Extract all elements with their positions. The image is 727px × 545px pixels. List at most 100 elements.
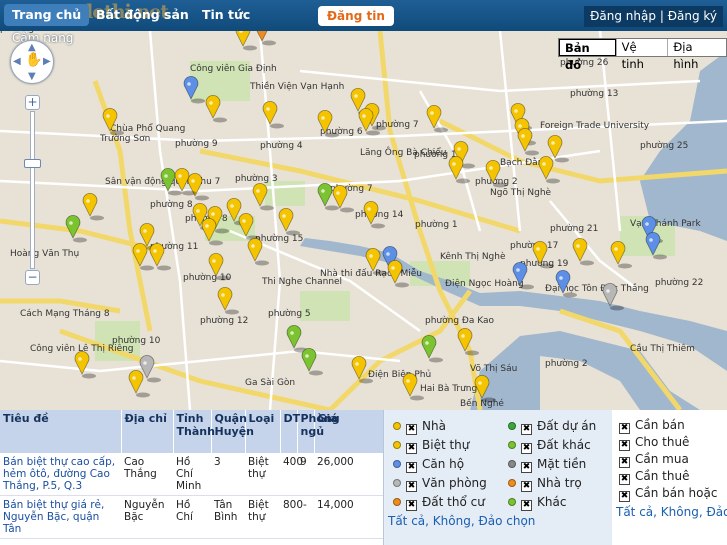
map-pin-icon[interactable] [317, 182, 333, 207]
map-pin-icon[interactable] [547, 134, 563, 159]
pin-shadow [73, 237, 87, 243]
pin-highlight [478, 381, 482, 385]
map-pin-icon[interactable] [255, 31, 269, 42]
filter-status-item[interactable]: ✖ Cần bán [619, 417, 685, 434]
map-pin-icon[interactable] [252, 182, 268, 207]
filter-status-item[interactable]: ✖ Cần thuê [619, 468, 689, 485]
map-pin-icon[interactable] [363, 200, 379, 225]
map-pin-icon[interactable] [448, 155, 464, 180]
col-area[interactable]: DT [280, 410, 300, 453]
map-type-map[interactable]: Bản đồ [559, 39, 616, 72]
zoom-in-button[interactable]: + [25, 95, 40, 110]
map-pin-icon[interactable] [610, 240, 626, 265]
pin-highlight [461, 334, 465, 338]
map-pin-icon[interactable] [82, 192, 98, 217]
map-pin-icon[interactable] [350, 87, 366, 112]
pan-control[interactable]: ▲ ▼ ◀ ▶ ✋ [10, 40, 54, 84]
table-row[interactable]: Bán biệt thự giá rẻ, Nguyễn Bặc, quận Tâ… [0, 495, 383, 539]
filter-checkbox[interactable]: ✖ [521, 500, 532, 511]
filter-type-item[interactable]: ✖ Mặt tiền [508, 456, 586, 473]
filter-type-item[interactable]: ✖ Nhà [393, 418, 446, 435]
map-pin-icon[interactable] [128, 369, 144, 394]
map-pin-icon[interactable] [402, 372, 418, 397]
filter-type-item[interactable]: ✖ Biệt thự [393, 437, 469, 454]
pin-highlight [576, 244, 580, 248]
pan-down-icon[interactable]: ▼ [28, 72, 36, 82]
map-pin-icon[interactable] [301, 347, 317, 372]
map-pin-icon[interactable] [572, 237, 588, 262]
map-pin-icon[interactable] [149, 242, 165, 267]
map-canvas[interactable]: Công viên Gia ĐịnhThiền Viện Vạn HạnhChù… [0, 31, 727, 410]
map-pin-icon[interactable] [235, 31, 251, 47]
map-pin-icon[interactable] [517, 127, 533, 152]
map-pin-icon[interactable] [365, 247, 381, 272]
filter-type-item[interactable]: ✖ Khác [508, 494, 566, 511]
map-pin-icon[interactable] [332, 184, 348, 209]
map-pin-icon[interactable] [65, 214, 81, 239]
map-pin-icon[interactable] [217, 286, 233, 311]
pin-highlight [521, 134, 525, 138]
map-pin-icon[interactable] [387, 259, 403, 284]
pin-shadow [309, 370, 323, 376]
nav-real-estate[interactable]: Bất động sản [88, 4, 197, 26]
filter-checkbox[interactable]: ✖ [406, 500, 417, 511]
pin-highlight [164, 174, 168, 178]
map-pin-icon[interactable] [278, 207, 294, 232]
filter-type-item[interactable]: ✖ Văn phòng [393, 475, 487, 492]
map-pin-icon[interactable] [538, 155, 554, 180]
filter-status-item[interactable]: ✖ Cần bán hoặc [619, 485, 717, 502]
filter-checkbox[interactable]: ✖ [521, 481, 532, 492]
map-pin-icon[interactable] [286, 324, 302, 349]
hand-icon[interactable]: ✋ [25, 53, 42, 67]
filter-checkbox[interactable]: ✖ [619, 474, 630, 485]
filter-type-select-links[interactable]: Tất cả, Không, Đảo chọn [388, 514, 535, 528]
map-pin-icon[interactable] [262, 100, 278, 125]
pin-shadow [395, 282, 409, 288]
filter-type-item[interactable]: ✖ Đất thổ cư [393, 494, 485, 511]
zoom-slider-track[interactable] [30, 111, 35, 269]
col-title[interactable]: Tiêu đề [0, 410, 122, 453]
filter-status-item[interactable]: ✖ Cần mua [619, 451, 689, 468]
filter-checkbox[interactable]: ✖ [521, 462, 532, 473]
map-type-satellite[interactable]: Vệ tinh [615, 39, 668, 71]
filter-status-select-links[interactable]: Tất cả, Không, Đảo c [616, 505, 727, 519]
col-address[interactable]: Địa chỉ [121, 410, 174, 453]
listing-title-link[interactable]: Bán biệt thự giá rẻ, Nguyễn Bặc, quận Tâ… [3, 499, 104, 535]
table-row[interactable]: Bán biệt thự cao cấp, hẻm ôtô, đường Cao… [0, 453, 383, 496]
nav-news[interactable]: Tin tức [194, 4, 258, 26]
map-pin-icon[interactable] [247, 237, 263, 262]
login-link[interactable]: Đăng nhập [590, 9, 656, 23]
col-district[interactable]: Quận Huyện [211, 410, 254, 453]
pan-left-icon[interactable]: ◀ [13, 57, 21, 67]
map-pin-icon[interactable] [205, 94, 221, 119]
filter-type-item[interactable]: ✖ Đất dự án [508, 418, 596, 435]
map-pin-icon[interactable] [174, 167, 190, 192]
filter-checkbox[interactable]: ✖ [619, 440, 630, 451]
nav-home[interactable]: Trang chủ [4, 4, 90, 26]
col-price[interactable]: Giá [314, 410, 383, 453]
filter-checkbox[interactable]: ✖ [619, 423, 630, 434]
pan-right-icon[interactable]: ▶ [43, 57, 51, 67]
register-link[interactable]: Đăng ký [668, 9, 717, 23]
filter-checkbox[interactable]: ✖ [521, 443, 532, 454]
filter-checkbox[interactable]: ✖ [406, 443, 417, 454]
map-view[interactable]: Công viên Gia Định Thiền Viện Vạn Hạnh Chù… [0, 31, 727, 410]
filter-checkbox[interactable]: ✖ [406, 481, 417, 492]
zoom-out-button[interactable]: − [25, 270, 40, 285]
filter-type-item[interactable]: ✖ Nhà trọ [508, 475, 582, 492]
filter-status-item[interactable]: ✖ Cho thuê [619, 434, 689, 451]
listing-title-link[interactable]: Bán biệt thự cao cấp, hẻm ôtô, đường Cao… [3, 456, 115, 492]
filter-checkbox[interactable]: ✖ [619, 491, 630, 502]
map-type-terrain[interactable]: Địa hình [667, 39, 726, 71]
zoom-slider-thumb[interactable] [24, 159, 41, 168]
col-province[interactable]: Tỉnh Thành [173, 410, 215, 453]
filter-type-item[interactable]: ✖ Căn hộ [393, 456, 464, 473]
map-pin-icon[interactable] [421, 334, 437, 359]
filter-type-item[interactable]: ✖ Đất khác [508, 437, 591, 454]
post-listing-button[interactable]: Đăng tin [318, 6, 394, 26]
filter-checkbox[interactable]: ✖ [406, 462, 417, 473]
filter-checkbox[interactable]: ✖ [406, 424, 417, 435]
filter-checkbox[interactable]: ✖ [619, 457, 630, 468]
filter-checkbox[interactable]: ✖ [521, 424, 532, 435]
map-pin-icon[interactable] [160, 167, 176, 192]
